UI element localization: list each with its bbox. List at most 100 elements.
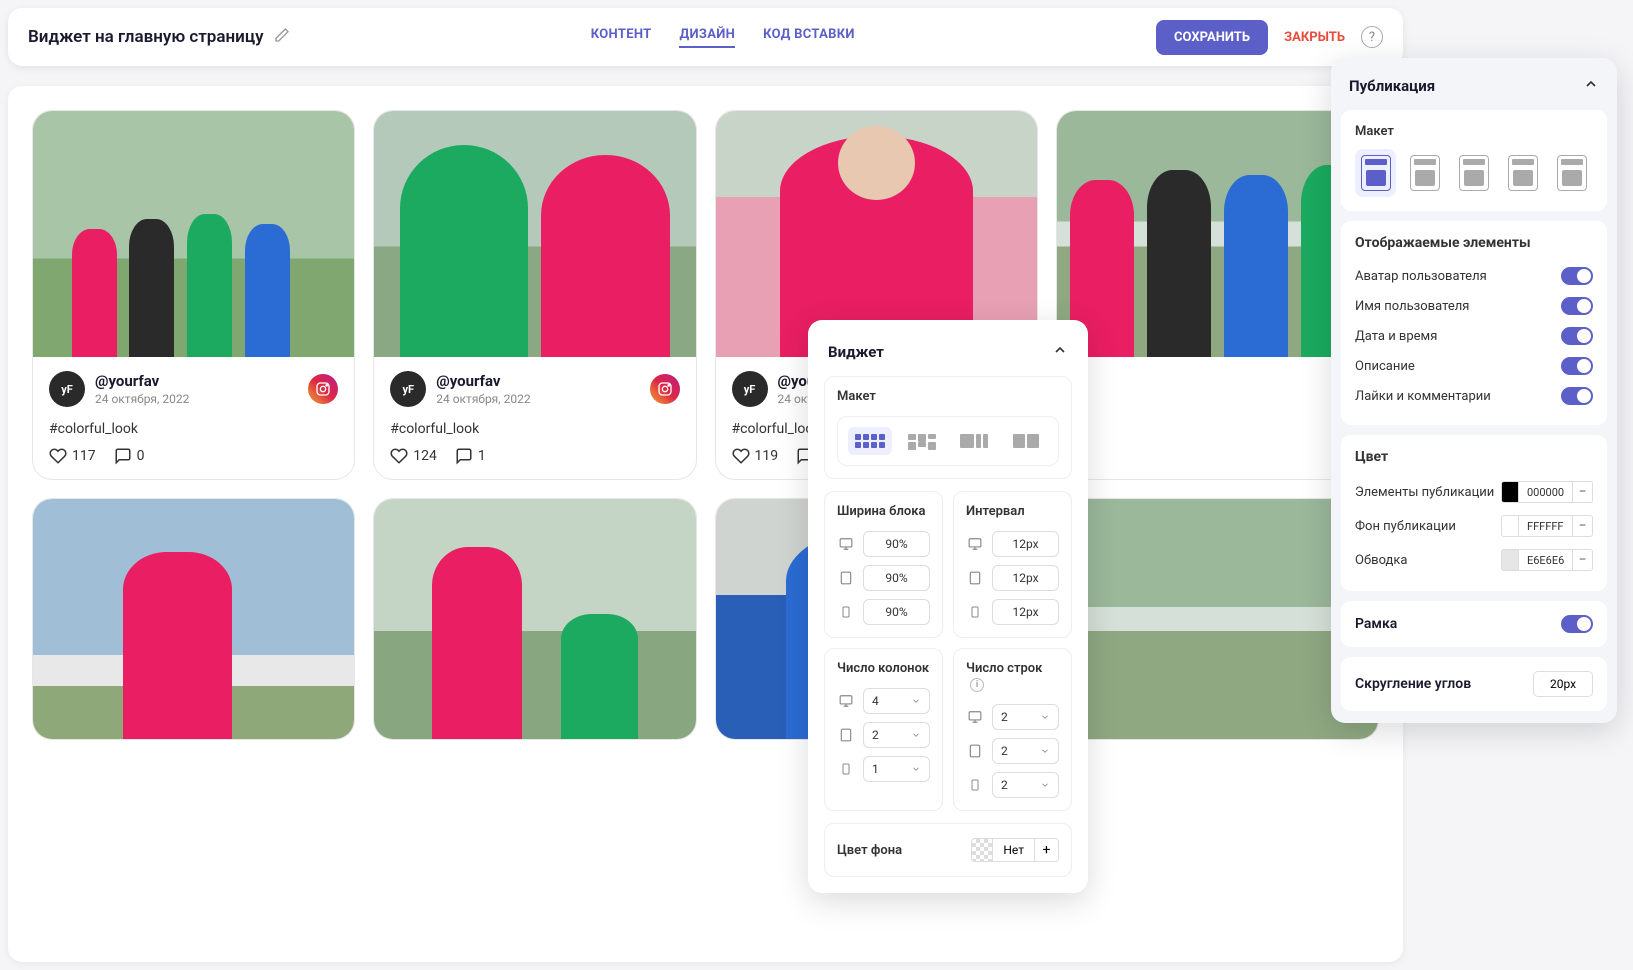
post-card[interactable]: yF @yourfav 24 октября, 2022 #colorful_l… [373, 110, 696, 480]
tablet-icon [837, 570, 855, 586]
toggle-label: Аватар пользователя [1355, 269, 1487, 284]
pub-layout-opt-2[interactable] [1404, 149, 1445, 197]
avatar: yF [49, 371, 85, 407]
layout-list-option[interactable] [1004, 427, 1048, 455]
likes-stat: 119 [732, 447, 779, 465]
desktop-icon [837, 537, 855, 551]
width-tablet-input[interactable] [863, 565, 930, 591]
layout-label: Макет [837, 389, 1059, 404]
cards-grid: yF @yourfav 24 октября, 2022 #colorful_l… [32, 110, 1379, 740]
cols-mobile-select[interactable]: 1 [863, 756, 930, 782]
post-image [33, 499, 354, 739]
color-swatch-border[interactable] [1501, 549, 1519, 571]
pub-layout-section: Макет [1341, 110, 1607, 211]
mobile-icon [837, 761, 855, 777]
pub-frame-section: Рамка [1341, 601, 1607, 647]
interval-tablet-input[interactable] [992, 565, 1059, 591]
toggle-frame[interactable] [1561, 615, 1593, 633]
tablet-icon [966, 570, 984, 586]
pub-layout-opt-1[interactable] [1355, 149, 1396, 197]
post-image [33, 111, 354, 357]
pub-elements-section: Отображаемые элементы Аватар пользовател… [1341, 221, 1607, 425]
mobile-icon [837, 604, 855, 620]
post-image [374, 111, 695, 357]
toggle-label: Описание [1355, 359, 1415, 374]
close-button[interactable]: ЗАКРЫТЬ [1284, 30, 1345, 45]
collapse-icon[interactable] [1583, 76, 1599, 96]
cols-tablet-select[interactable]: 2 [863, 722, 930, 748]
bg-color-row: Цвет фона Нет + [824, 823, 1072, 877]
tablet-icon [837, 727, 855, 743]
toggle-label: Дата и время [1355, 329, 1437, 344]
width-mobile-input[interactable] [863, 599, 930, 625]
rows-box: Число строкi 2 2 2 [953, 648, 1072, 811]
interval-mobile-input[interactable] [992, 599, 1059, 625]
add-color-button[interactable]: + [1035, 838, 1059, 862]
save-button[interactable]: СОХРАНИТЬ [1156, 20, 1268, 55]
interval-desktop-input[interactable] [992, 531, 1059, 557]
block-width-box: Ширина блока [824, 491, 943, 638]
layout-grid-option[interactable] [848, 427, 892, 455]
radius-input[interactable] [1533, 671, 1593, 697]
edit-icon[interactable] [274, 27, 290, 47]
instagram-icon[interactable] [650, 374, 680, 404]
username: @yourfav [436, 372, 639, 390]
post-card[interactable]: yF @yourfav 24 октября, 2022 #colorful_l… [32, 110, 355, 480]
cols-desktop-select[interactable]: 4 [863, 688, 930, 714]
info-icon[interactable]: i [970, 678, 984, 692]
topbar-nav: КОНТЕНТ ДИЗАЙН КОД ВСТАВКИ [591, 27, 855, 48]
collapse-icon[interactable] [1052, 342, 1068, 362]
width-desktop-input[interactable] [863, 531, 930, 557]
mobile-icon [966, 604, 984, 620]
mobile-icon [966, 777, 984, 793]
instagram-icon[interactable] [308, 374, 338, 404]
color-swatch-elements[interactable] [1501, 481, 1519, 503]
rows-mobile-select[interactable]: 2 [992, 772, 1059, 798]
nav-embed[interactable]: КОД ВСТАВКИ [763, 27, 855, 48]
remove-color-button[interactable]: − [1573, 515, 1593, 537]
pub-layout-opt-3[interactable] [1453, 149, 1494, 197]
pub-color-section: Цвет Элементы публикации 000000− Фон пуб… [1341, 435, 1607, 591]
username: @yourfav [95, 372, 298, 390]
toggle-username[interactable] [1561, 297, 1593, 315]
post-card[interactable] [32, 498, 355, 740]
post-card[interactable] [373, 498, 696, 740]
post-date: 24 октября, 2022 [436, 392, 639, 406]
post-image [374, 499, 695, 739]
rows-desktop-select[interactable]: 2 [992, 704, 1059, 730]
avatar: yF [390, 371, 426, 407]
likes-stat: 124 [390, 447, 437, 465]
nav-content[interactable]: КОНТЕНТ [591, 27, 652, 48]
topbar-actions: СОХРАНИТЬ ЗАКРЫТЬ ? [1156, 20, 1383, 55]
remove-color-button[interactable]: − [1573, 549, 1593, 571]
toggle-likes[interactable] [1561, 387, 1593, 405]
desktop-icon [966, 710, 984, 724]
toggle-avatar[interactable] [1561, 267, 1593, 285]
help-icon[interactable]: ? [1361, 26, 1383, 48]
post-date: 24 октября, 2022 [95, 392, 298, 406]
comments-stat: 1 [455, 447, 486, 465]
desktop-icon [837, 694, 855, 708]
toggle-description[interactable] [1561, 357, 1593, 375]
likes-stat: 117 [49, 447, 96, 465]
post-image [1057, 111, 1378, 357]
layout-slider-option[interactable] [952, 427, 996, 455]
tablet-icon [966, 743, 984, 759]
widget-panel: Виджет Макет Ширина блока Интервал Число… [808, 320, 1088, 893]
comments-stat: 0 [114, 447, 145, 465]
toggle-datetime[interactable] [1561, 327, 1593, 345]
pub-radius-section: Скругление углов [1341, 657, 1607, 711]
layout-masonry-option[interactable] [900, 427, 944, 455]
topbar: Виджет на главную страницу КОНТЕНТ ДИЗАЙ… [8, 8, 1403, 66]
color-swatch-bg[interactable] [1501, 515, 1519, 537]
nav-design[interactable]: ДИЗАЙН [679, 27, 735, 48]
toggle-label: Имя пользователя [1355, 299, 1469, 314]
pub-layout-opt-5[interactable] [1552, 149, 1593, 197]
bg-swatch[interactable] [971, 838, 993, 862]
rows-tablet-select[interactable]: 2 [992, 738, 1059, 764]
remove-color-button[interactable]: − [1573, 481, 1593, 503]
hashtag: #colorful_look [49, 421, 338, 437]
post-image [1057, 499, 1378, 739]
publication-panel: Публикация Макет Отображаемые элементы А… [1331, 58, 1617, 723]
pub-layout-opt-4[interactable] [1503, 149, 1544, 197]
